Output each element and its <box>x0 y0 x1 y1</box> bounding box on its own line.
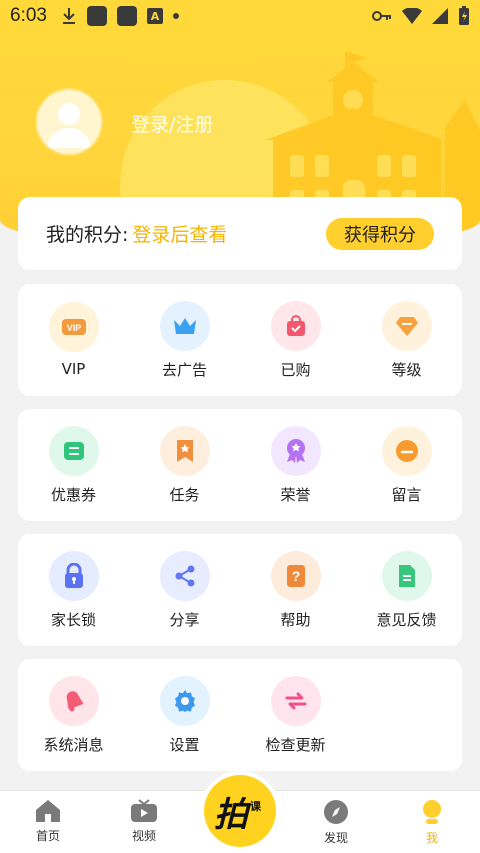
menu-label: 检查更新 <box>265 735 326 754</box>
feedback-doc-icon <box>381 550 432 601</box>
tab-label: 首页 <box>35 829 60 843</box>
a-notification-icon: A <box>146 8 163 24</box>
points-value[interactable]: 登录后查看 <box>132 220 227 247</box>
app-notification-icon-2 <box>116 6 137 26</box>
login-register-link[interactable]: 登录/注册 <box>131 110 213 137</box>
menu-item-system-messages[interactable]: 系统消息 <box>18 675 129 755</box>
menu-item-vip[interactable]: VIP VIP <box>18 302 129 378</box>
medal-icon <box>270 425 321 476</box>
tv-icon <box>131 799 157 822</box>
menu-label: 优惠券 <box>50 485 96 504</box>
compass-icon <box>324 800 348 824</box>
menu-label: VIP <box>61 360 86 378</box>
menu-label: 意见反馈 <box>376 610 437 629</box>
menu-label: 留言 <box>391 485 422 504</box>
vip-icon: VIP <box>48 302 99 352</box>
points-card: 我的积分: 登录后查看 获得积分 <box>18 197 462 270</box>
tab-label: 视频 <box>131 829 156 843</box>
tab-home[interactable]: 首页 <box>0 791 96 853</box>
key-icon <box>372 11 391 21</box>
menu-item-tasks[interactable]: 任务 <box>129 425 240 505</box>
lock-icon <box>48 550 99 601</box>
menu-label: 去广告 <box>161 360 207 379</box>
menu-label: 设置 <box>169 735 200 754</box>
menu-label: 家长锁 <box>50 610 96 629</box>
status-time: 6:03 <box>10 5 47 26</box>
menu-item-check-update[interactable]: 检查更新 <box>240 675 351 755</box>
menu-item-purchased[interactable]: 已购 <box>240 300 351 380</box>
crown-icon <box>159 300 210 351</box>
message-icon <box>381 425 432 476</box>
menu-label: 已购 <box>280 360 311 379</box>
svg-text:VIP: VIP <box>66 323 81 333</box>
menu-item-settings[interactable]: 设置 <box>129 675 240 755</box>
tab-label: 我 <box>425 831 438 845</box>
app-notification-icon <box>86 6 107 26</box>
more-notifications-dot <box>172 13 179 19</box>
tab-label: 发现 <box>323 831 348 845</box>
section-card-2: 优惠券 任务 荣誉 留言 <box>18 409 462 521</box>
share-icon <box>159 550 210 601</box>
signal-icon <box>432 8 448 24</box>
status-bar: 6:03 A <box>0 0 480 32</box>
svg-text:课: 课 <box>250 799 262 813</box>
menu-item-remove-ads[interactable]: 去广告 <box>129 300 240 380</box>
download-icon <box>62 8 75 24</box>
center-capture-button[interactable]: 拍 课 <box>204 775 276 847</box>
wifi-icon <box>402 8 422 24</box>
battery-icon <box>459 6 469 25</box>
menu-item-level[interactable]: 等级 <box>351 300 462 380</box>
shopping-bag-icon <box>270 300 321 351</box>
help-book-icon: ? <box>270 550 321 601</box>
logo-main-text: 拍 <box>214 795 252 834</box>
menu-label: 分享 <box>169 610 200 629</box>
refresh-arrows-icon <box>270 675 321 726</box>
bell-icon <box>48 675 99 726</box>
default-avatar-icon <box>47 103 91 148</box>
section-card-3: 家长锁 分享 ? 帮助 意见反馈 <box>18 534 462 646</box>
menu-item-parental-lock[interactable]: 家长锁 <box>18 550 129 630</box>
paike-logo-icon: 拍 课 <box>214 795 262 834</box>
menu-label: 荣誉 <box>280 485 311 504</box>
bookmark-icon <box>159 425 210 476</box>
menu-label: 帮助 <box>280 610 311 629</box>
points-label: 我的积分: <box>46 224 129 246</box>
gear-icon <box>159 675 210 726</box>
section-card-4: 系统消息 设置 检查更新 <box>18 659 462 771</box>
home-icon <box>36 800 60 822</box>
tab-video[interactable]: 视频 <box>96 791 192 853</box>
menu-item-feedback[interactable]: 意见反馈 <box>351 550 462 630</box>
menu-item-honors[interactable]: 荣誉 <box>240 425 351 505</box>
person-icon <box>423 800 441 824</box>
coupon-icon <box>48 425 99 476</box>
get-points-button[interactable]: 获得积分 <box>326 217 434 250</box>
menu-item-coupons[interactable]: 优惠券 <box>18 425 129 505</box>
diamond-icon <box>381 300 432 351</box>
menu-item-share[interactable]: 分享 <box>129 550 240 630</box>
menu-label: 任务 <box>169 485 200 504</box>
tab-me[interactable]: 我 <box>384 791 480 853</box>
menu-item-help[interactable]: ? 帮助 <box>240 550 351 630</box>
menu-label: 系统消息 <box>43 735 104 754</box>
menu-item-messages[interactable]: 留言 <box>351 425 462 505</box>
avatar[interactable] <box>37 90 101 154</box>
svg-text:?: ? <box>291 568 300 584</box>
menu-label: 等级 <box>391 360 422 379</box>
section-card-1: VIP VIP 去广告 已购 等级 <box>18 284 462 396</box>
tab-discover[interactable]: 发现 <box>288 791 384 853</box>
